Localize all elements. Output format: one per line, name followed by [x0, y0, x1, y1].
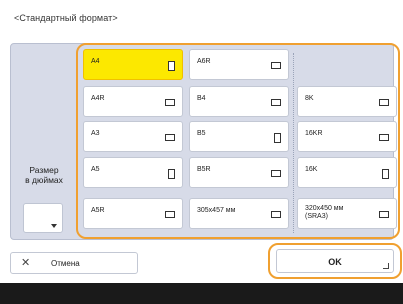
dropdown-arrow-icon — [51, 224, 57, 228]
size-option-0-2[interactable]: A3 — [83, 121, 183, 152]
size-option-label: 16K — [305, 166, 318, 173]
landscape-page-icon — [165, 134, 175, 141]
portrait-page-icon — [274, 133, 281, 143]
cancel-button[interactable]: ✕ Отмена — [10, 252, 138, 274]
landscape-page-icon — [165, 211, 175, 218]
ok-label: OK — [328, 257, 342, 267]
size-option-1-1[interactable]: B4 — [189, 86, 289, 117]
inch-size-button[interactable] — [23, 203, 63, 233]
size-option-label: A5 — [91, 166, 100, 173]
size-option-0-4[interactable]: A5R — [83, 198, 183, 229]
portrait-page-icon — [168, 169, 175, 179]
size-option-1-2[interactable]: B5 — [189, 121, 289, 152]
paper-size-screen: <Стандартный формат> Размер в дюймах A4 A… — [0, 0, 403, 304]
size-option-label: B5 — [197, 130, 206, 137]
size-option-label: 305x457 мм — [197, 207, 236, 214]
size-option-2-3[interactable]: 16K — [297, 157, 397, 188]
landscape-page-icon — [271, 62, 281, 69]
size-option-label: 8K — [305, 95, 314, 102]
size-option-label: B4 — [197, 95, 206, 102]
inch-size-label: Размер в дюймах — [14, 165, 74, 185]
size-option-1-3[interactable]: B5R — [189, 157, 289, 188]
size-option-2-4[interactable]: 320x450 мм (SRA3) — [297, 198, 397, 229]
size-option-2-1[interactable]: 8K — [297, 86, 397, 117]
page-title: <Стандартный формат> — [14, 13, 118, 23]
bottom-bar — [0, 283, 403, 304]
size-option-label: A4 — [91, 58, 100, 65]
landscape-page-icon — [271, 170, 281, 177]
landscape-page-icon — [271, 99, 281, 106]
landscape-page-icon — [379, 99, 389, 106]
size-option-label: A4R — [91, 95, 105, 102]
cancel-label: Отмена — [51, 259, 80, 268]
column-separator — [293, 53, 294, 233]
landscape-page-icon — [379, 134, 389, 141]
size-option-0-1[interactable]: A4R — [83, 86, 183, 117]
size-option-label: A5R — [91, 207, 105, 214]
inch-size-label-line1: Размер — [29, 165, 59, 175]
inch-size-label-line2: в дюймах — [25, 175, 63, 185]
size-option-label: A6R — [197, 58, 211, 65]
landscape-page-icon — [271, 211, 281, 218]
corner-mark-icon — [383, 263, 389, 269]
portrait-page-icon — [168, 61, 175, 71]
size-option-label: 320x450 мм (SRA3) — [305, 205, 344, 220]
ok-button[interactable]: OK — [276, 249, 394, 273]
landscape-page-icon — [379, 211, 389, 218]
size-option-label: A3 — [91, 130, 100, 137]
size-option-0-0[interactable]: A4 — [83, 49, 183, 80]
size-option-label: B5R — [197, 166, 211, 173]
size-option-label: 16KR — [305, 130, 323, 137]
size-option-1-0[interactable]: A6R — [189, 49, 289, 80]
landscape-page-icon — [165, 99, 175, 106]
size-option-1-4[interactable]: 305x457 мм — [189, 198, 289, 229]
close-icon: ✕ — [21, 257, 31, 269]
portrait-page-icon — [382, 169, 389, 179]
size-option-2-2[interactable]: 16KR — [297, 121, 397, 152]
size-option-0-3[interactable]: A5 — [83, 157, 183, 188]
